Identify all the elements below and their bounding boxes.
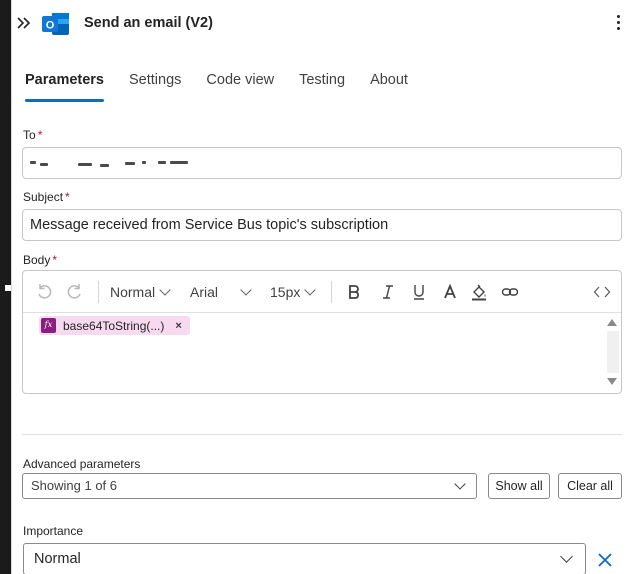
- outlook-logo-icon: O: [41, 10, 71, 38]
- action-title: Send an email (V2): [84, 15, 213, 31]
- subject-label: Subject *: [23, 190, 70, 204]
- outlook-logo-letter: O: [46, 20, 55, 32]
- italic-icon[interactable]: [381, 283, 395, 303]
- format-value: Normal: [110, 284, 156, 300]
- tab-code-view[interactable]: Code view: [206, 70, 274, 102]
- link-icon[interactable]: [501, 283, 519, 303]
- body-editor[interactable]: Normal Arial 15px fx base64ToString(...)…: [22, 270, 622, 394]
- remove-token-icon[interactable]: ×: [175, 320, 181, 332]
- to-required-mark: *: [37, 128, 43, 142]
- chevron-down-icon: [304, 284, 317, 296]
- redacted-recipient: [30, 161, 190, 167]
- highlight-icon[interactable]: [470, 283, 488, 303]
- to-label-text: To: [23, 128, 36, 142]
- toolbar-divider: [331, 281, 332, 303]
- format-dropdown[interactable]: Normal: [110, 283, 171, 303]
- toolbar-divider: [98, 281, 99, 303]
- importance-value: Normal: [34, 551, 81, 567]
- undo-icon[interactable]: [35, 282, 53, 302]
- body-label-text: Body: [23, 253, 51, 267]
- advanced-parameters-dropdown[interactable]: Showing 1 of 6: [22, 473, 477, 499]
- font-value: Arial: [190, 284, 219, 300]
- editor-scrollbar[interactable]: [607, 331, 619, 373]
- chevron-down-icon: [159, 284, 171, 296]
- importance-dropdown[interactable]: Normal: [23, 543, 586, 574]
- tab-list: Parameters Settings Code view Testing Ab…: [25, 70, 433, 102]
- function-icon: fx: [41, 318, 56, 333]
- underline-icon[interactable]: [412, 283, 426, 303]
- tab-parameters[interactable]: Parameters: [25, 70, 104, 102]
- code-view-icon[interactable]: [593, 283, 611, 303]
- subject-value: Message received from Service Bus topic'…: [30, 217, 389, 233]
- action-details-panel: O Send an email (V2) Parameters Settings…: [11, 0, 628, 574]
- chevron-down-icon: [454, 478, 466, 490]
- editor-toolbar: Normal Arial 15px: [23, 271, 621, 313]
- body-label: Body *: [23, 253, 57, 267]
- subject-label-text: Subject: [23, 190, 64, 204]
- size-dropdown[interactable]: 15px: [270, 283, 317, 303]
- to-field[interactable]: [22, 147, 622, 179]
- expression-token[interactable]: fx base64ToString(...) ×: [39, 316, 190, 335]
- chevron-down-icon: [240, 284, 252, 296]
- show-all-button[interactable]: Show all: [488, 473, 550, 499]
- size-value: 15px: [270, 284, 301, 300]
- advanced-parameters-label: Advanced parameters: [23, 457, 141, 471]
- panel-header: O Send an email (V2): [12, 0, 628, 50]
- remove-parameter-icon[interactable]: [596, 551, 614, 569]
- subject-field[interactable]: Message received from Service Bus topic'…: [22, 209, 622, 241]
- scroll-down-icon[interactable]: [607, 378, 617, 385]
- chevron-down-icon: [560, 550, 573, 563]
- tab-testing[interactable]: Testing: [299, 70, 345, 102]
- section-divider: [22, 434, 622, 435]
- tab-about[interactable]: About: [370, 70, 408, 102]
- body-required-mark: *: [52, 253, 58, 267]
- importance-label: Importance: [23, 524, 84, 538]
- scroll-up-icon[interactable]: [607, 319, 617, 326]
- tab-settings[interactable]: Settings: [129, 70, 181, 102]
- font-color-icon[interactable]: [443, 283, 457, 303]
- token-label: base64ToString(...): [63, 318, 165, 333]
- to-label: To *: [23, 128, 42, 142]
- clear-all-button[interactable]: Clear all: [558, 473, 622, 499]
- font-dropdown[interactable]: Arial: [190, 283, 252, 303]
- more-options-icon[interactable]: [615, 15, 621, 33]
- advanced-parameters-value: Showing 1 of 6: [31, 478, 118, 493]
- bold-icon[interactable]: [347, 283, 361, 303]
- redo-icon[interactable]: [66, 282, 84, 302]
- subject-required-mark: *: [65, 190, 70, 204]
- collapse-panel-icon[interactable]: [16, 14, 32, 32]
